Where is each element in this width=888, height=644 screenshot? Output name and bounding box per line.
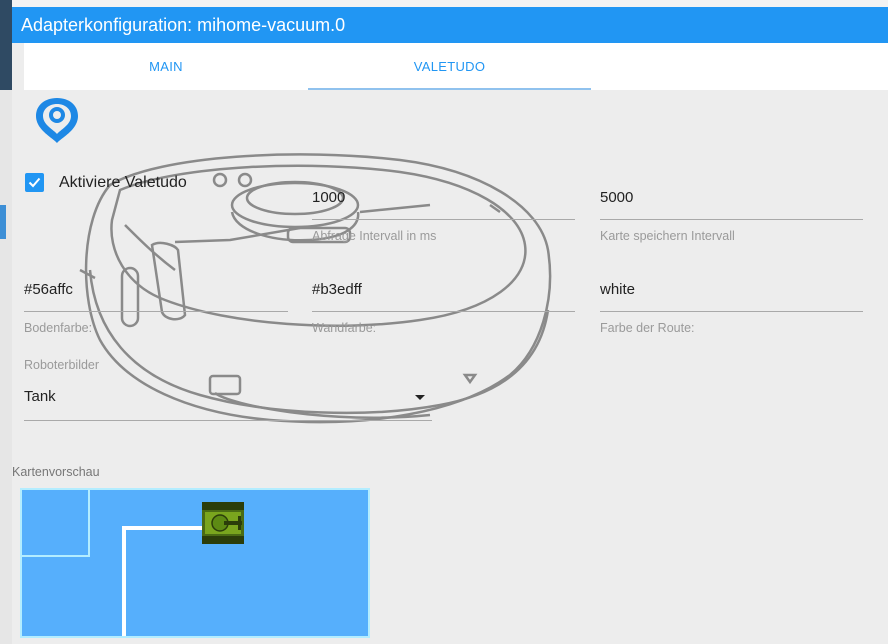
abfrage-intervall-value[interactable]: 1000 [312, 189, 345, 206]
map-preview-canvas [22, 490, 244, 636]
map-wall [22, 490, 90, 557]
roboterbilder-label: Roboterbilder [24, 358, 100, 372]
dialog-title: Adapterkonfiguration: mihome-vacuum.0 [12, 7, 888, 43]
map-preview [20, 488, 370, 638]
karte-intervall-value[interactable]: 5000 [600, 189, 633, 206]
enable-valetudo-label: Aktiviere Valetudo [59, 174, 187, 191]
tab-valetudo[interactable]: VALETUDO [308, 43, 591, 90]
tab-main[interactable]: MAIN [24, 43, 308, 90]
field-underline [24, 311, 288, 312]
bodenfarbe-label: Bodenfarbe: [24, 321, 93, 335]
routenfarbe-value[interactable]: white [600, 281, 635, 298]
wandfarbe-value[interactable]: #b3edff [312, 281, 362, 298]
top-edge [0, 0, 888, 7]
checkmark-icon [28, 177, 41, 188]
select-underline [24, 420, 432, 421]
wandfarbe-label: Wandfarbe: [312, 321, 377, 335]
tab-bar: MAIN VALETUDO [24, 43, 888, 90]
field-underline [312, 219, 575, 220]
enable-valetudo-checkbox[interactable] [25, 173, 44, 192]
roboterbilder-select[interactable]: Tank [24, 388, 56, 405]
dropdown-arrow-icon[interactable] [415, 395, 425, 400]
active-tab-indicator [308, 88, 591, 90]
field-underline [600, 311, 863, 312]
background-sidebar [0, 0, 12, 644]
sidebar-active-marker [0, 205, 6, 239]
sidebar-header-strip [0, 0, 12, 90]
routenfarbe-label: Farbe der Route: [600, 321, 695, 335]
valetudo-logo-icon [36, 98, 78, 143]
bodenfarbe-value[interactable]: #56affc [24, 281, 73, 298]
karte-intervall-label: Karte speichern Intervall [600, 229, 735, 243]
map-route [122, 526, 204, 636]
abfrage-intervall-label: Abfrage Intervall in ms [312, 229, 437, 243]
map-preview-label: Kartenvorschau [12, 465, 100, 479]
field-underline [312, 311, 575, 312]
tank-icon [202, 502, 244, 544]
field-underline [600, 219, 863, 220]
